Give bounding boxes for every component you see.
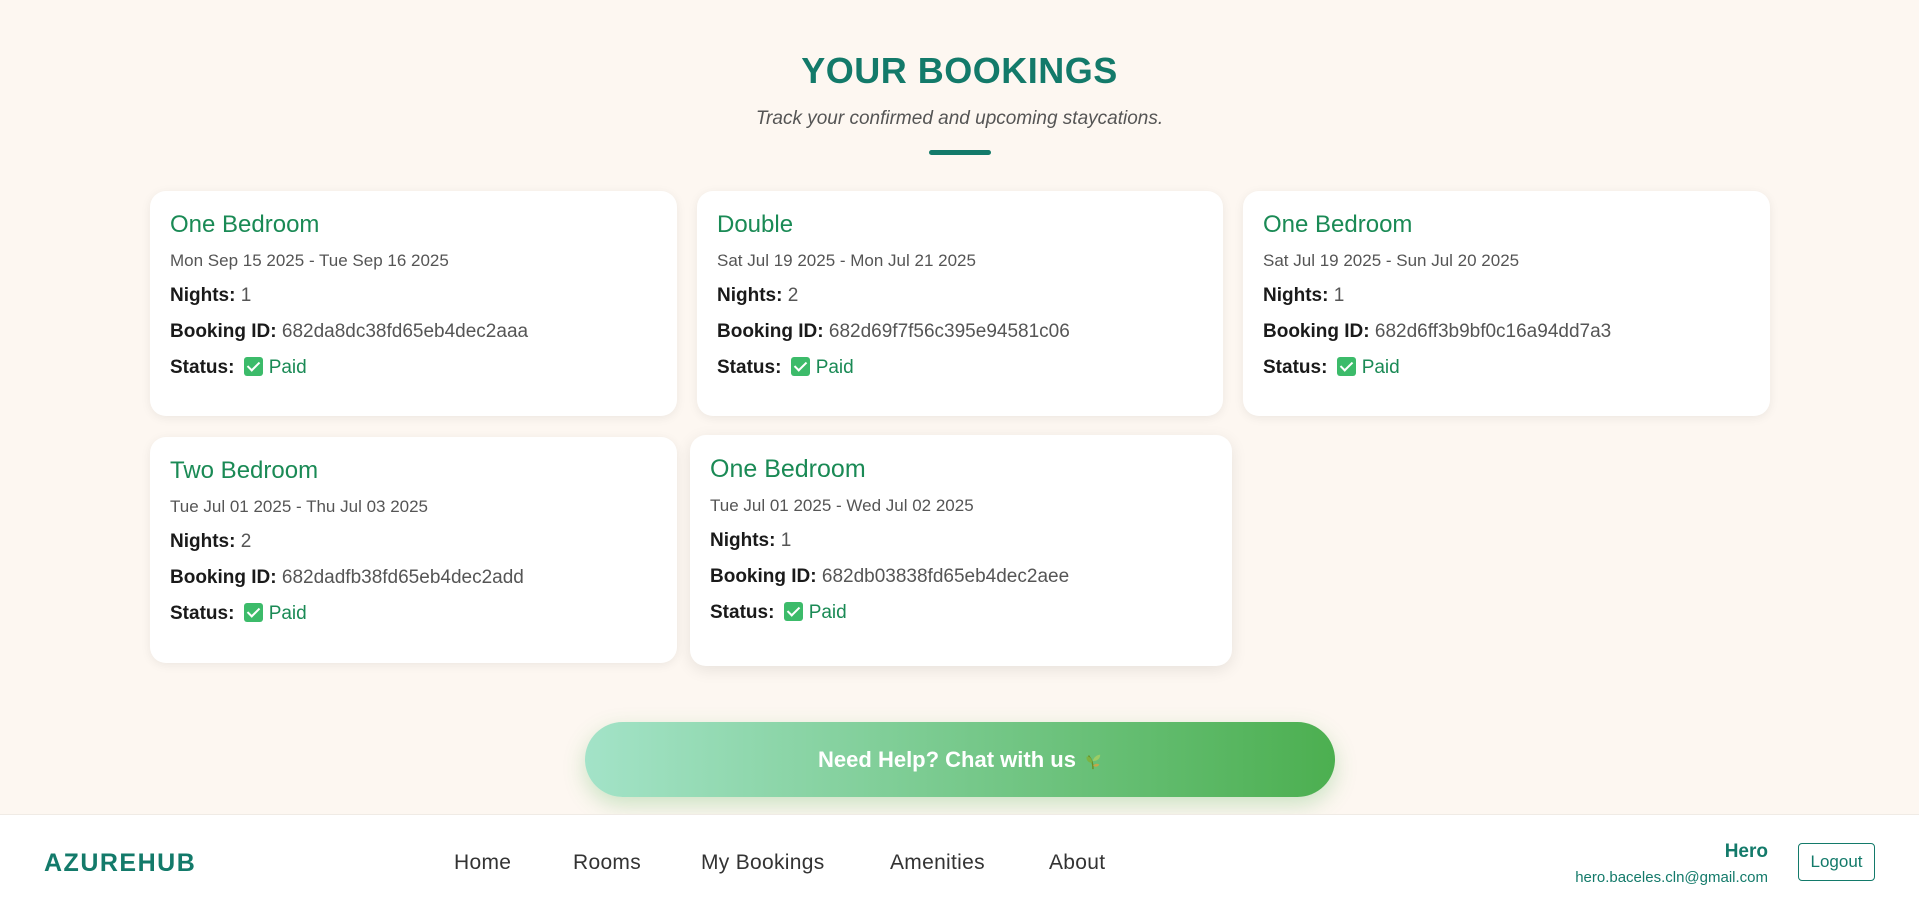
page-header: YOUR BOOKINGS Track your confirmed and u… <box>0 50 1919 155</box>
booking-room-title: One Bedroom <box>1263 211 1413 238</box>
nights-value: 1 <box>1333 285 1345 306</box>
nav-amenities[interactable]: Amenities <box>890 851 985 875</box>
page-subtitle: Track your confirmed and upcoming stayca… <box>755 108 1164 129</box>
status-value: Paid <box>1361 357 1400 378</box>
booking-id: Booking ID: 682dadfb38fd65eb4dec2add <box>170 567 657 589</box>
status-value: Paid <box>808 602 847 623</box>
booking-card: One Bedroom Tue Jul 01 2025 - Wed Jul 02… <box>690 435 1232 666</box>
status-value: Paid <box>268 603 307 624</box>
nights-label: Nights: <box>717 285 783 306</box>
user-email: hero.baceles.cln@gmail.com <box>1575 869 1768 886</box>
booking-card: Double Sat Jul 19 2025 - Mon Jul 21 2025… <box>697 191 1223 416</box>
booking-room-title: One Bedroom <box>710 455 866 483</box>
booking-room-title: Two Bedroom <box>170 457 319 484</box>
nights-label: Nights: <box>170 531 236 552</box>
booking-nights: Nights: 1 <box>170 285 657 307</box>
title-divider <box>928 150 991 155</box>
nav-rooms[interactable]: Rooms <box>573 851 641 875</box>
booking-status: Status: Paid <box>170 357 657 379</box>
booking-id: Booking ID: 682d6ff3b9bf0c16a94dd7a3 <box>1263 321 1750 343</box>
booking-id-label: Booking ID: <box>717 321 824 342</box>
user-name: Hero <box>1724 841 1768 862</box>
status-label: Status: <box>717 357 782 378</box>
logout-button[interactable]: Logout <box>1798 843 1875 881</box>
nights-label: Nights: <box>170 285 236 306</box>
sprout-icon <box>1086 754 1101 769</box>
booking-id-value: 682da8dc38fd65eb4dec2aaa <box>281 321 529 342</box>
nights-value: 1 <box>240 285 252 306</box>
booking-dates: Tue Jul 01 2025 - Thu Jul 03 2025 <box>170 497 429 516</box>
status-label: Status: <box>1263 357 1328 378</box>
check-icon <box>783 602 803 621</box>
bookings-page: YOUR BOOKINGS Track your confirmed and u… <box>0 0 1919 905</box>
nav-home[interactable]: Home <box>454 851 511 875</box>
booking-id: Booking ID: 682da8dc38fd65eb4dec2aaa <box>170 321 657 343</box>
booking-nights: Nights: 1 <box>1263 285 1750 307</box>
booking-id-value: 682db03838fd65eb4dec2aee <box>821 566 1070 587</box>
check-icon <box>790 357 810 376</box>
booking-dates: Tue Jul 01 2025 - Wed Jul 02 2025 <box>710 496 974 515</box>
booking-status: Status: Paid <box>717 357 1203 379</box>
booking-nights: Nights: 1 <box>710 530 1212 552</box>
booking-id-value: 682d6ff3b9bf0c16a94dd7a3 <box>1374 321 1612 342</box>
nights-value: 2 <box>240 531 252 552</box>
nights-label: Nights: <box>710 530 776 551</box>
status-value: Paid <box>815 357 854 378</box>
booking-room-title: Double <box>717 211 794 238</box>
booking-id-value: 682d69f7f56c395e94581c06 <box>828 321 1070 342</box>
booking-dates: Sat Jul 19 2025 - Sun Jul 20 2025 <box>1263 251 1520 270</box>
booking-room-title: One Bedroom <box>170 211 320 238</box>
booking-status: Status: Paid <box>170 603 657 625</box>
status-label: Status: <box>170 357 235 378</box>
check-icon <box>243 357 263 376</box>
booking-id-label: Booking ID: <box>710 566 817 587</box>
booking-id: Booking ID: 682d69f7f56c395e94581c06 <box>717 321 1203 343</box>
nights-value: 1 <box>780 530 792 551</box>
booking-id-value: 682dadfb38fd65eb4dec2add <box>281 567 524 588</box>
footer-navbar: AZUREHUB Home Rooms My Bookings Amenitie… <box>0 814 1919 905</box>
booking-id-label: Booking ID: <box>170 321 277 342</box>
brand-logo[interactable]: AZUREHUB <box>44 849 196 878</box>
booking-status: Status: Paid <box>1263 357 1750 379</box>
nights-label: Nights: <box>1263 285 1329 306</box>
booking-id: Booking ID: 682db03838fd65eb4dec2aee <box>710 566 1212 588</box>
page-title: YOUR BOOKINGS <box>801 50 1118 91</box>
chat-help-button[interactable]: Need Help? Chat with us <box>585 722 1335 797</box>
booking-dates: Mon Sep 15 2025 - Tue Sep 16 2025 <box>170 251 449 270</box>
booking-nights: Nights: 2 <box>170 531 657 553</box>
booking-card: One Bedroom Sat Jul 19 2025 - Sun Jul 20… <box>1243 191 1770 416</box>
status-value: Paid <box>268 357 307 378</box>
nav-my-bookings[interactable]: My Bookings <box>701 851 825 875</box>
status-label: Status: <box>710 602 775 623</box>
chat-help-label: Need Help? Chat with us <box>818 746 1076 772</box>
booking-dates: Sat Jul 19 2025 - Mon Jul 21 2025 <box>717 251 976 270</box>
nights-value: 2 <box>787 285 799 306</box>
booking-id-label: Booking ID: <box>1263 321 1370 342</box>
status-label: Status: <box>170 603 235 624</box>
booking-card: One Bedroom Mon Sep 15 2025 - Tue Sep 16… <box>150 191 677 416</box>
booking-nights: Nights: 2 <box>717 285 1203 307</box>
booking-status: Status: Paid <box>710 602 1212 624</box>
nav-about[interactable]: About <box>1049 851 1105 875</box>
check-icon <box>1336 357 1356 376</box>
booking-id-label: Booking ID: <box>170 567 277 588</box>
check-icon <box>243 603 263 622</box>
booking-card: Two Bedroom Tue Jul 01 2025 - Thu Jul 03… <box>150 437 677 663</box>
